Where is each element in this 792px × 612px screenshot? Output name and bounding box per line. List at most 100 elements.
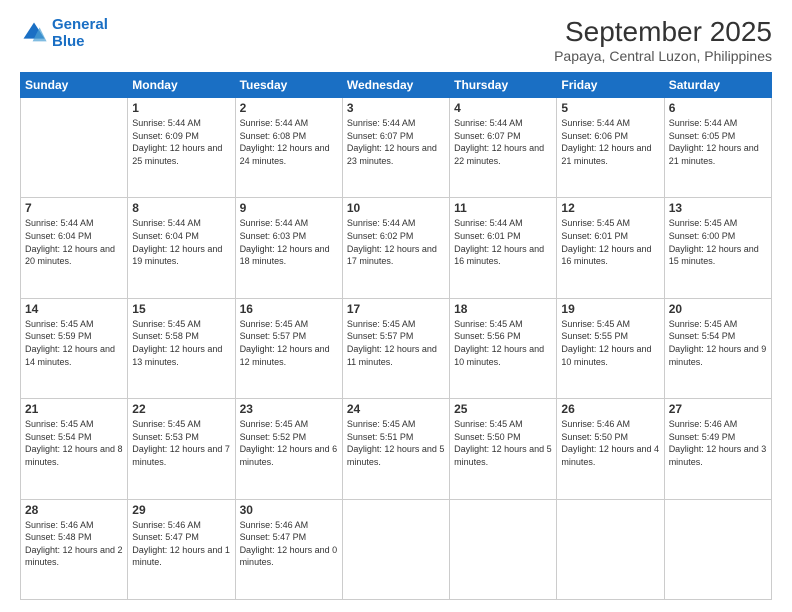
day-number: 11 <box>454 201 552 215</box>
logo: General Blue <box>20 16 108 51</box>
day-info: Sunrise: 5:44 AMSunset: 6:07 PMDaylight:… <box>454 117 552 167</box>
cell-w2-d1: 7 Sunrise: 5:44 AMSunset: 6:04 PMDaylight… <box>21 198 128 298</box>
day-number: 12 <box>561 201 659 215</box>
cell-w4-d2: 22Sunrise: 5:45 AMSunset: 5:53 PMDayligh… <box>128 399 235 499</box>
day-info: Sunrise: 5:46 AMSunset: 5:47 PMDaylight:… <box>132 519 230 569</box>
day-number: 10 <box>347 201 445 215</box>
day-number: 22 <box>132 402 230 416</box>
cell-w2-d3: 9Sunrise: 5:44 AMSunset: 6:03 PMDaylight… <box>235 198 342 298</box>
day-info: Sunrise: 5:45 AMSunset: 5:55 PMDaylight:… <box>561 318 659 368</box>
day-info: Sunrise: 5:46 AMSunset: 5:47 PMDaylight:… <box>240 519 338 569</box>
cell-w2-d6: 12 Sunrise: 5:45 AMSunset: 6:01 PMDayligh… <box>557 198 664 298</box>
cell-w1-d1 <box>21 98 128 198</box>
week-row-2: 7 Sunrise: 5:44 AMSunset: 6:04 PMDaylight… <box>21 198 772 298</box>
day-number: 3 <box>347 101 445 115</box>
day-number: 21 <box>25 402 123 416</box>
day-info: Sunrise: 5:44 AMSunset: 6:07 PMDaylight:… <box>347 117 445 167</box>
day-info: Sunrise: 5:45 AMSunset: 6:00 PMDaylight:… <box>669 217 767 267</box>
cell-w5-d5 <box>450 499 557 599</box>
day-info: Sunrise: 5:44 AMSunset: 6:04 PMDaylight:… <box>132 217 230 267</box>
col-monday: Monday <box>128 73 235 98</box>
day-number: 20 <box>669 302 767 316</box>
day-info: Sunrise: 5:44 AMSunset: 6:02 PMDaylight:… <box>347 217 445 267</box>
cell-w4-d7: 27 Sunrise: 5:46 AMSunset: 5:49 PMDayligh… <box>664 399 771 499</box>
day-number: 30 <box>240 503 338 517</box>
day-info: Sunrise: 5:45 AMSunset: 5:57 PMDaylight:… <box>347 318 445 368</box>
day-info: Sunrise: 5:44 AMSunset: 6:04 PMDaylight:… <box>25 217 123 267</box>
day-info: Sunrise: 5:45 AMSunset: 5:54 PMDaylight:… <box>669 318 767 368</box>
cell-w3-d6: 19Sunrise: 5:45 AMSunset: 5:55 PMDayligh… <box>557 298 664 398</box>
cell-w5-d4 <box>342 499 449 599</box>
cell-w1-d5: 4 Sunrise: 5:44 AMSunset: 6:07 PMDaylight… <box>450 98 557 198</box>
location: Papaya, Central Luzon, Philippines <box>554 48 772 64</box>
day-info: Sunrise: 5:45 AMSunset: 5:50 PMDaylight:… <box>454 418 552 468</box>
week-row-5: 28Sunrise: 5:46 AMSunset: 5:48 PMDayligh… <box>21 499 772 599</box>
col-thursday: Thursday <box>450 73 557 98</box>
day-number: 2 <box>240 101 338 115</box>
day-number: 29 <box>132 503 230 517</box>
day-info: Sunrise: 5:44 AMSunset: 6:05 PMDaylight:… <box>669 117 767 167</box>
calendar-table: Sunday Monday Tuesday Wednesday Thursday… <box>20 72 772 600</box>
cell-w4-d4: 24 Sunrise: 5:45 AMSunset: 5:51 PMDayligh… <box>342 399 449 499</box>
cell-w5-d1: 28Sunrise: 5:46 AMSunset: 5:48 PMDayligh… <box>21 499 128 599</box>
day-number: 15 <box>132 302 230 316</box>
cell-w3-d5: 18 Sunrise: 5:45 AMSunset: 5:56 PMDayligh… <box>450 298 557 398</box>
day-number: 27 <box>669 402 767 416</box>
day-info: Sunrise: 5:45 AMSunset: 6:01 PMDaylight:… <box>561 217 659 267</box>
day-info: Sunrise: 5:46 AMSunset: 5:50 PMDaylight:… <box>561 418 659 468</box>
day-info: Sunrise: 5:45 AMSunset: 5:54 PMDaylight:… <box>25 418 123 468</box>
day-number: 13 <box>669 201 767 215</box>
title-block: September 2025 Papaya, Central Luzon, Ph… <box>554 16 772 64</box>
day-info: Sunrise: 5:45 AMSunset: 5:57 PMDaylight:… <box>240 318 338 368</box>
cell-w2-d4: 10 Sunrise: 5:44 AMSunset: 6:02 PMDayligh… <box>342 198 449 298</box>
week-row-3: 14Sunrise: 5:45 AMSunset: 5:59 PMDayligh… <box>21 298 772 398</box>
cell-w5-d2: 29 Sunrise: 5:46 AMSunset: 5:47 PMDayligh… <box>128 499 235 599</box>
day-number: 28 <box>25 503 123 517</box>
col-friday: Friday <box>557 73 664 98</box>
day-number: 5 <box>561 101 659 115</box>
cell-w4-d3: 23 Sunrise: 5:45 AMSunset: 5:52 PMDayligh… <box>235 399 342 499</box>
cell-w1-d3: 2 Sunrise: 5:44 AMSunset: 6:08 PMDaylight… <box>235 98 342 198</box>
col-tuesday: Tuesday <box>235 73 342 98</box>
day-number: 26 <box>561 402 659 416</box>
cell-w2-d2: 8 Sunrise: 5:44 AMSunset: 6:04 PMDaylight… <box>128 198 235 298</box>
cell-w3-d3: 16 Sunrise: 5:45 AMSunset: 5:57 PMDayligh… <box>235 298 342 398</box>
day-number: 25 <box>454 402 552 416</box>
cell-w2-d5: 11 Sunrise: 5:44 AMSunset: 6:01 PMDayligh… <box>450 198 557 298</box>
cell-w3-d2: 15Sunrise: 5:45 AMSunset: 5:58 PMDayligh… <box>128 298 235 398</box>
page: General Blue September 2025 Papaya, Cent… <box>0 0 792 612</box>
day-number: 17 <box>347 302 445 316</box>
cell-w3-d1: 14Sunrise: 5:45 AMSunset: 5:59 PMDayligh… <box>21 298 128 398</box>
cell-w5-d6 <box>557 499 664 599</box>
month-title: September 2025 <box>554 16 772 48</box>
col-sunday: Sunday <box>21 73 128 98</box>
day-info: Sunrise: 5:44 AMSunset: 6:01 PMDaylight:… <box>454 217 552 267</box>
cell-w4-d5: 25 Sunrise: 5:45 AMSunset: 5:50 PMDayligh… <box>450 399 557 499</box>
cell-w5-d7 <box>664 499 771 599</box>
day-number: 1 <box>132 101 230 115</box>
day-number: 4 <box>454 101 552 115</box>
cell-w4-d1: 21 Sunrise: 5:45 AMSunset: 5:54 PMDayligh… <box>21 399 128 499</box>
day-number: 23 <box>240 402 338 416</box>
col-saturday: Saturday <box>664 73 771 98</box>
day-number: 6 <box>669 101 767 115</box>
cell-w2-d7: 13 Sunrise: 5:45 AMSunset: 6:00 PMDayligh… <box>664 198 771 298</box>
week-row-1: 1Sunrise: 5:44 AMSunset: 6:09 PMDaylight… <box>21 98 772 198</box>
day-number: 16 <box>240 302 338 316</box>
day-number: 18 <box>454 302 552 316</box>
cell-w1-d4: 3 Sunrise: 5:44 AMSunset: 6:07 PMDaylight… <box>342 98 449 198</box>
day-number: 9 <box>240 201 338 215</box>
cell-w1-d2: 1Sunrise: 5:44 AMSunset: 6:09 PMDaylight… <box>128 98 235 198</box>
day-number: 7 <box>25 201 123 215</box>
col-wednesday: Wednesday <box>342 73 449 98</box>
day-info: Sunrise: 5:45 AMSunset: 5:56 PMDaylight:… <box>454 318 552 368</box>
day-info: Sunrise: 5:45 AMSunset: 5:52 PMDaylight:… <box>240 418 338 468</box>
week-row-4: 21 Sunrise: 5:45 AMSunset: 5:54 PMDayligh… <box>21 399 772 499</box>
day-info: Sunrise: 5:44 AMSunset: 6:08 PMDaylight:… <box>240 117 338 167</box>
day-info: Sunrise: 5:46 AMSunset: 5:49 PMDaylight:… <box>669 418 767 468</box>
day-info: Sunrise: 5:45 AMSunset: 5:51 PMDaylight:… <box>347 418 445 468</box>
day-info: Sunrise: 5:45 AMSunset: 5:59 PMDaylight:… <box>25 318 123 368</box>
day-number: 8 <box>132 201 230 215</box>
cell-w1-d7: 6 Sunrise: 5:44 AMSunset: 6:05 PMDaylight… <box>664 98 771 198</box>
day-number: 24 <box>347 402 445 416</box>
